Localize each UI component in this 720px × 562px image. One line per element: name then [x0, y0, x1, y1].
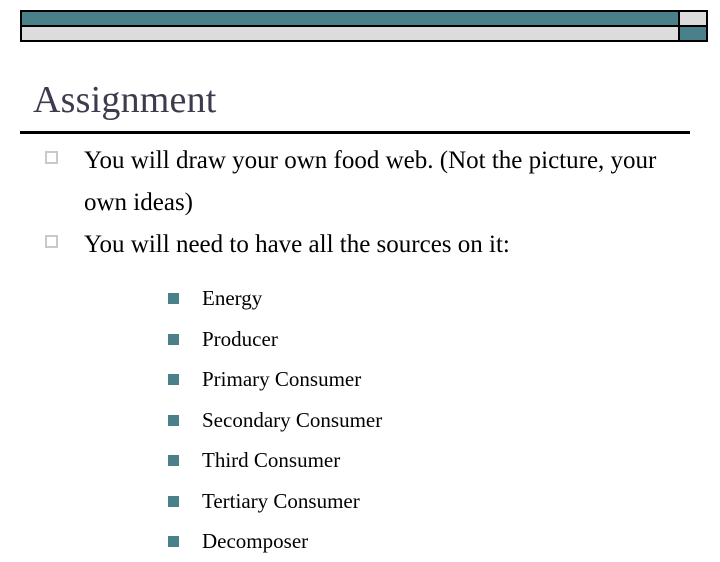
header-bar-top-row — [22, 12, 706, 27]
list-item: Third Consumer — [84, 440, 690, 481]
filled-square-bullet-icon — [168, 414, 179, 426]
sub-bullet-text: Primary Consumer — [202, 367, 362, 391]
filled-square-bullet-icon — [168, 455, 179, 466]
bullet-list: You will draw your own food web. (Not th… — [0, 140, 720, 562]
page-title: Assignment — [33, 79, 217, 121]
header-bar-gray-square-top — [678, 12, 706, 25]
list-item: Secondary Consumer — [84, 400, 690, 441]
list-item: Primary Consumer — [84, 359, 690, 400]
header-bar-bottom-row — [22, 27, 706, 40]
bullet-text: You will need to have all the sources on… — [84, 231, 510, 258]
sub-bullet-text: Third Consumer — [202, 448, 341, 472]
header-bar-teal-block — [22, 12, 678, 25]
list-item: You will draw your own food web. (Not th… — [0, 140, 720, 224]
filled-square-bullet-icon — [168, 374, 179, 385]
list-item: Decomposer — [84, 521, 690, 562]
bullet-text: You will draw your own food web. (Not th… — [84, 147, 657, 216]
list-item: You will need to have all the sources on… — [0, 224, 720, 562]
sub-bullet-text: Tertiary Consumer — [202, 488, 360, 513]
sub-bullet-text: Producer — [202, 326, 278, 351]
sub-bullet-text: Energy — [202, 286, 263, 310]
header-bar-gray-block — [22, 27, 678, 40]
filled-square-bullet-icon — [168, 536, 179, 547]
sub-bullet-text: Decomposer — [202, 529, 309, 553]
sub-bullet-text: Secondary Consumer — [202, 407, 383, 432]
hollow-square-bullet-icon — [45, 235, 58, 248]
list-item: Tertiary Consumer — [84, 481, 690, 522]
slide-header-decoration — [20, 10, 708, 42]
filled-square-bullet-icon — [168, 495, 179, 507]
hollow-square-bullet-icon — [45, 151, 58, 164]
sub-bullet-list: Energy Producer Primary Consumer Seconda… — [84, 278, 690, 562]
title-divider — [20, 131, 690, 134]
list-item: Energy — [84, 278, 690, 319]
slide-content: You will draw your own food web. (Not th… — [0, 140, 720, 562]
filled-square-bullet-icon — [168, 293, 179, 304]
list-item: Producer — [84, 319, 690, 360]
filled-square-bullet-icon — [168, 333, 179, 345]
header-bar-teal-square-bottom — [678, 27, 706, 40]
